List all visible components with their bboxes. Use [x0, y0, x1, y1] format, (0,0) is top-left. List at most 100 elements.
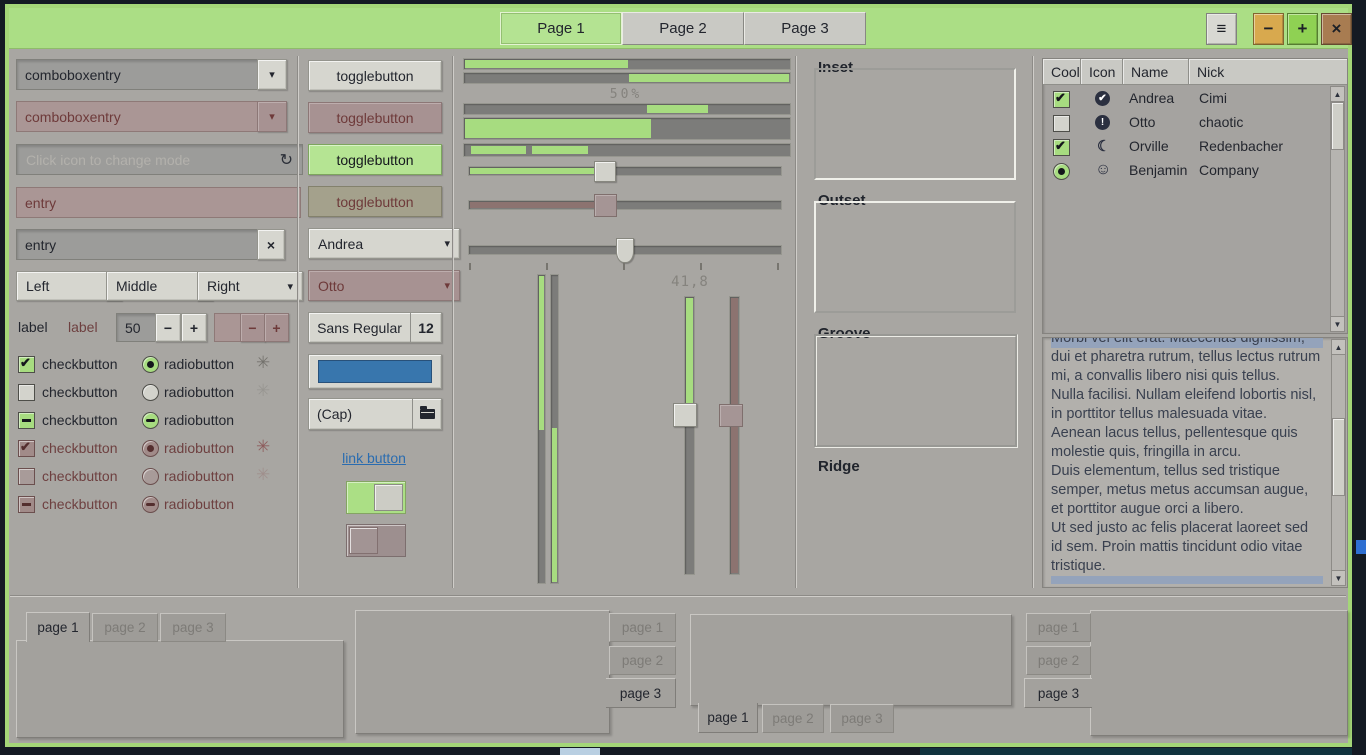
notebook-tab-page1[interactable]: page 1	[609, 613, 676, 642]
switch-knob	[374, 484, 403, 511]
tree-column-nick[interactable]: Nick	[1189, 59, 1347, 85]
column-label: Name	[1131, 64, 1168, 80]
checkbox-indeterminate[interactable]	[18, 412, 35, 429]
comboboxentry-value: comboboxentry	[25, 109, 121, 125]
notebook-tab-page2[interactable]: page 2	[762, 704, 824, 733]
hscale-fill	[470, 168, 607, 174]
color-button[interactable]	[308, 354, 442, 389]
notebook-tab-page3-active[interactable]: page 3	[1024, 678, 1092, 708]
scroll-up-icon[interactable]: ▲	[1332, 340, 1345, 355]
scroll-down-icon[interactable]: ▼	[1331, 316, 1344, 331]
maximize-button[interactable]: +	[1287, 13, 1318, 45]
checkbox-unchecked[interactable]	[18, 384, 35, 401]
menu-button[interactable]: ≡	[1206, 13, 1237, 45]
progress-pulse	[647, 105, 709, 113]
tree-scrollbar[interactable]: ▲ ▼	[1330, 86, 1345, 332]
text-paragraph: Aenean lacus tellus, pellentesque quis m…	[1051, 424, 1323, 462]
close-button[interactable]: ×	[1321, 13, 1352, 45]
tab-label: page 1	[707, 710, 748, 725]
notebook-tab-page1[interactable]: page 1	[1026, 613, 1091, 642]
font-name: Sans Regular	[309, 313, 410, 342]
spin-minus-button[interactable]: −	[155, 313, 181, 342]
notebook-tab-page2[interactable]: page 2	[1026, 646, 1091, 675]
togglebutton-active[interactable]: togglebutton	[308, 144, 442, 175]
row-radio-checked[interactable]	[1053, 163, 1070, 180]
plus-icon: +	[272, 320, 280, 336]
combobox-andrea[interactable]: Andrea▾	[308, 228, 460, 259]
hscale-pin-handle[interactable]	[616, 238, 634, 263]
tree-row[interactable]: ☾ Orville Redenbacher	[1043, 135, 1347, 159]
radiobutton-unchecked[interactable]	[142, 384, 159, 401]
scroll-up-icon[interactable]: ▲	[1331, 87, 1344, 102]
textview[interactable]: Morbi vel elit erat. Maecenas dignissim,…	[1042, 337, 1348, 588]
column-label: Nick	[1197, 64, 1224, 80]
cell-name: Benjamin	[1129, 162, 1187, 178]
checkbutton-label: checkbutton	[42, 384, 118, 400]
scale-mark	[623, 263, 625, 270]
notebook-tab-page3[interactable]: page 3	[160, 613, 226, 642]
minus-icon: −	[248, 320, 256, 336]
minus-icon: −	[164, 320, 172, 336]
tree-row[interactable]: ☺ Benjamin Company	[1043, 159, 1347, 183]
tab-label: page 1	[1038, 620, 1079, 635]
checkbox-checked[interactable]	[18, 356, 35, 373]
vscale-fill	[686, 298, 693, 405]
tree-row[interactable]: ! Otto chaotic	[1043, 111, 1347, 135]
check-radio-row: checkbutton radiobutton ✳	[16, 352, 292, 376]
combobox-right[interactable]: Right▾	[197, 271, 303, 301]
spinner-icon: ✳	[256, 439, 270, 455]
font-button[interactable]: Sans Regular 12	[308, 312, 442, 343]
file-chooser-button[interactable]: (Cap)	[308, 398, 442, 430]
notebook-tab-page3[interactable]: page 3	[830, 704, 894, 733]
titlebar-tab-page3[interactable]: Page 3	[744, 12, 866, 45]
vscale-handle[interactable]	[673, 403, 697, 427]
minimize-button[interactable]: −	[1253, 13, 1284, 45]
check-radio-row: checkbutton radiobutton	[16, 492, 292, 516]
tree-row[interactable]: ✔ Andrea Cimi	[1043, 87, 1347, 111]
textview-scrollbar[interactable]: ▲ ▼	[1331, 339, 1346, 586]
entry[interactable]: entry	[16, 229, 273, 260]
notebook-tab-page1-active[interactable]: page 1	[26, 612, 90, 642]
radiobutton-label: radiobutton	[164, 384, 234, 400]
hscale-handle[interactable]	[594, 161, 616, 182]
notebook-tab-page2[interactable]: page 2	[92, 613, 158, 642]
togglebutton-label: togglebutton	[336, 152, 413, 168]
togglebutton[interactable]: togglebutton	[308, 60, 442, 91]
switch-on[interactable]	[346, 481, 406, 514]
notebook-tab-page2[interactable]: page 2	[609, 646, 676, 675]
radiobutton-label: radiobutton	[164, 412, 234, 428]
vscale-trough[interactable]	[684, 296, 695, 575]
tree-column-cool[interactable]: Cool	[1043, 59, 1081, 85]
row-checkbox-checked[interactable]	[1053, 91, 1070, 108]
titlebar-tab-page1[interactable]: Page 1	[500, 12, 622, 45]
scroll-down-icon[interactable]: ▼	[1332, 570, 1345, 585]
radiobutton-indeterminate[interactable]	[142, 412, 159, 429]
tree-column-name[interactable]: Name	[1123, 59, 1189, 85]
icon-entry[interactable]: Click icon to change mode ↻	[16, 144, 303, 175]
check-radio-row: checkbutton radiobutton	[16, 408, 292, 432]
clear-entry-button[interactable]: ×	[257, 229, 285, 260]
radiobutton-checked[interactable]	[142, 356, 159, 373]
scale-mark	[546, 263, 548, 270]
tree-column-icon[interactable]: Icon	[1081, 59, 1123, 85]
label-disabled: label	[68, 319, 98, 335]
comboboxentry-dropdown-button[interactable]: ▾	[257, 59, 287, 90]
notebook-tab-page3-active[interactable]: page 3	[606, 678, 676, 708]
titlebar-tab-page2[interactable]: Page 2	[622, 12, 744, 45]
folder-icon	[413, 399, 441, 429]
entry-placeholder: Click icon to change mode	[26, 152, 190, 168]
togglebutton-label: togglebutton	[336, 68, 413, 84]
link-button[interactable]: link button	[308, 450, 440, 466]
comboboxentry-input[interactable]: comboboxentry	[16, 59, 273, 90]
scrollbar-thumb[interactable]	[1331, 102, 1344, 150]
hscale-trough[interactable]	[468, 166, 782, 176]
progressbar-segmented	[463, 143, 791, 157]
row-checkbox-unchecked[interactable]	[1053, 115, 1070, 132]
progress-fill	[465, 60, 628, 68]
spin-plus-button[interactable]: +	[181, 313, 207, 342]
spin-disabled-minus-button: −	[240, 313, 265, 342]
refresh-icon[interactable]: ↻	[280, 150, 293, 170]
scrollbar-thumb[interactable]	[1332, 418, 1345, 496]
row-checkbox-checked[interactable]	[1053, 139, 1070, 156]
notebook-tab-page1-active[interactable]: page 1	[698, 703, 758, 733]
